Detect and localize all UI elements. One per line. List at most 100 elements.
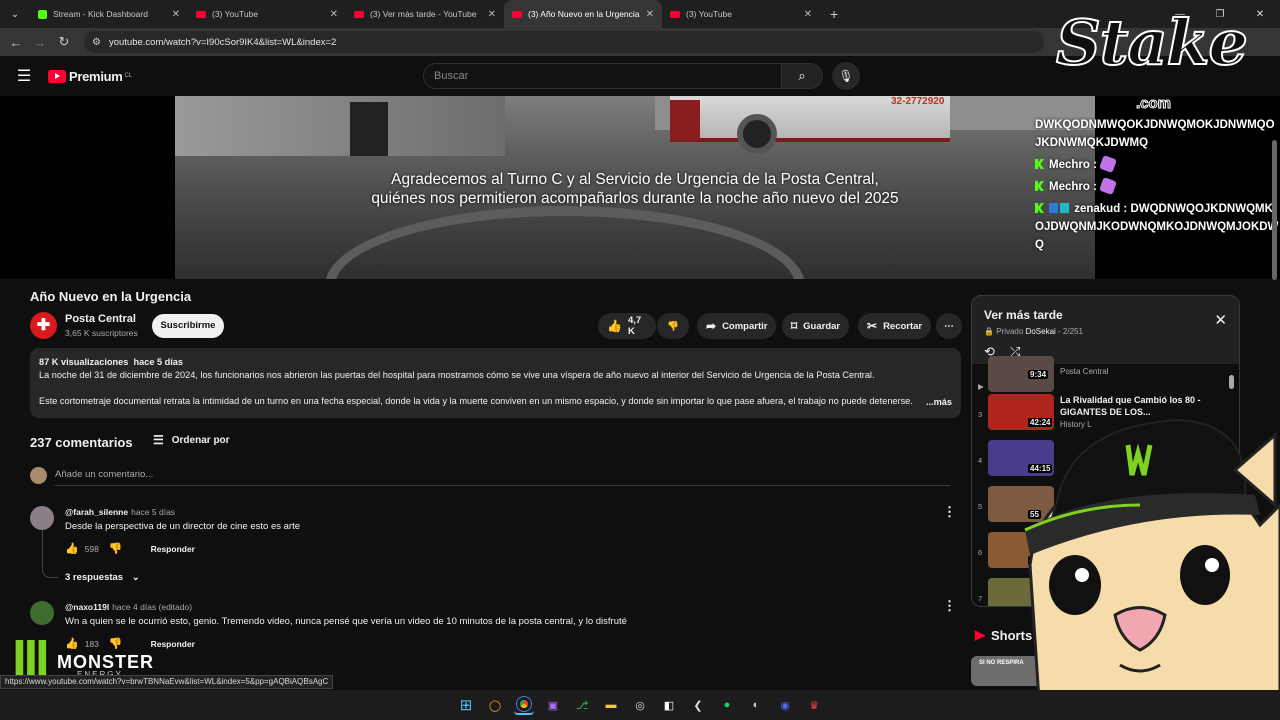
- channel-name[interactable]: Posta Central: [65, 313, 136, 325]
- steam-icon[interactable]: ◐: [746, 695, 766, 715]
- playlist-privacy: Privado: [996, 327, 1024, 336]
- comment-menu-icon[interactable]: ⋮: [943, 504, 956, 520]
- tab-close-icon[interactable]: ✕: [330, 9, 338, 20]
- tab-kick-dashboard[interactable]: Stream - Kick Dashboard ✕: [30, 0, 188, 28]
- save-button[interactable]: ⌑ Guardar: [782, 313, 850, 339]
- caption-line-2: quiénes nos permitieron acompañarlos dur…: [371, 190, 899, 207]
- scene-wall: [175, 96, 505, 156]
- chat-text: DWKQODNMWQOKJDNWQMOKJDNWMQOJKDNWMQKJDWMQ: [1035, 119, 1275, 149]
- comment-actions: 👍 598 👎 Responder: [65, 542, 195, 555]
- comment-user[interactable]: @naxo119l: [65, 602, 109, 612]
- git-icon[interactable]: ❮: [688, 695, 708, 715]
- comment-age: hace 4 días (editado): [112, 602, 193, 612]
- tab-youtube-1[interactable]: (3) YouTube ✕: [188, 0, 346, 28]
- close-icon[interactable]: ✕: [1214, 311, 1227, 329]
- youtube-favicon-icon: [670, 10, 680, 18]
- site-info-icon[interactable]: ⚙: [92, 37, 101, 48]
- commenter-avatar[interactable]: [30, 506, 54, 530]
- tab-title: (3) YouTube: [212, 9, 258, 19]
- tab-title: (3) YouTube: [686, 9, 732, 19]
- like-button[interactable]: 👍 4,7 K: [598, 313, 656, 339]
- tab-watch-later[interactable]: (3) Ver más tarde - YouTube ✕: [346, 0, 504, 28]
- youtube-logo-text: Premium: [69, 68, 123, 84]
- mic-icon: 🎙: [838, 69, 854, 83]
- description-box[interactable]: 87 K visualizaciones hace 5 días La noch…: [30, 348, 961, 418]
- search-icon: ⌕: [798, 68, 806, 83]
- thumb-up-icon: 👍: [607, 319, 622, 333]
- voice-search-button[interactable]: 🎙: [832, 62, 860, 90]
- tab-close-icon[interactable]: ✕: [488, 9, 496, 20]
- chat-text: : DWQDNWQOJKDNWQMKOJDWQNMJKODWNQMKOJDNWQ…: [1035, 203, 1279, 251]
- obs-icon[interactable]: ◎: [630, 695, 650, 715]
- playlist-scrollbar[interactable]: [1229, 375, 1234, 389]
- upload-age: hace 5 días: [133, 357, 184, 367]
- new-tab-icon[interactable]: +: [830, 6, 838, 22]
- twitch-icon[interactable]: ▣: [543, 695, 563, 715]
- show-more-link[interactable]: ...más: [921, 396, 952, 409]
- channel-avatar[interactable]: ✚: [30, 312, 57, 339]
- duration-badge: 9:34: [1028, 370, 1049, 379]
- tab-title: (3) Año Nuevo en la Urgencia -: [528, 9, 640, 19]
- menu-icon[interactable]: ☰: [0, 66, 48, 86]
- sourcetree-icon[interactable]: ⎇: [572, 695, 592, 715]
- add-comment-input[interactable]: Añade un comentario...: [55, 469, 153, 480]
- forward-icon[interactable]: →: [28, 35, 52, 50]
- stake-logo: Stake: [1055, 6, 1249, 79]
- commenter-avatar[interactable]: [30, 601, 54, 625]
- overwolf-icon[interactable]: ◯: [485, 695, 505, 715]
- playlist-title[interactable]: Ver más tarde: [984, 308, 1063, 322]
- sort-icon: ☰: [153, 433, 164, 447]
- subscribe-button[interactable]: Suscribirme: [152, 314, 224, 338]
- back-icon[interactable]: ←: [4, 35, 28, 50]
- chrome-icon[interactable]: [514, 695, 534, 715]
- sort-comments-button[interactable]: ☰ Ordenar por: [153, 433, 230, 447]
- youtube-favicon-icon: [354, 10, 364, 18]
- windows-taskbar: ⊞ ◯ ▣ ⎇ ▬ ◎ ◧ ❮ ● ◐ ◉ ♛: [0, 690, 1280, 720]
- app-icon[interactable]: ♛: [804, 695, 824, 715]
- thumb-down-icon[interactable]: 👎: [109, 542, 123, 555]
- spotify-icon[interactable]: ●: [717, 695, 737, 715]
- reply-button[interactable]: Responder: [151, 544, 195, 554]
- comment-count: 237 comentarios: [30, 435, 133, 450]
- search-button[interactable]: ⌕: [781, 63, 823, 89]
- windows-start-icon[interactable]: ⊞: [456, 695, 476, 715]
- discord-icon[interactable]: ◉: [775, 695, 795, 715]
- comment-age: hace 5 días: [131, 507, 176, 517]
- chat-text: :: [1093, 159, 1097, 171]
- tab-search-icon[interactable]: ⌄: [0, 0, 30, 28]
- scene-curb: [325, 206, 805, 279]
- search-input[interactable]: Buscar: [423, 63, 783, 89]
- comment-menu-icon[interactable]: ⋮: [943, 598, 956, 614]
- page-scrollbar[interactable]: [1272, 140, 1277, 280]
- youtube-logo[interactable]: Premium CL: [48, 69, 132, 84]
- playlist-owner[interactable]: DoSekai: [1026, 327, 1056, 336]
- ambulance-phone-text: 32-2772920: [891, 96, 945, 107]
- tab-youtube-2[interactable]: (3) YouTube ✕: [662, 0, 820, 28]
- shorts-icon: ▶: [975, 627, 985, 642]
- comment-user[interactable]: @farah_silenne: [65, 507, 128, 517]
- clip-button[interactable]: ✂ Recortar: [858, 313, 932, 339]
- tab-current-video[interactable]: (3) Año Nuevo en la Urgencia - ✕: [504, 0, 662, 28]
- playlist-item-index: 5: [978, 502, 983, 511]
- chat-user: Mechro: [1049, 159, 1090, 171]
- tab-close-icon[interactable]: ✕: [646, 9, 654, 20]
- url-field[interactable]: ⚙ youtube.com/watch?v=I90cSor9IK4&list=W…: [84, 31, 1044, 53]
- capcut-icon[interactable]: ◧: [659, 695, 679, 715]
- share-icon: ➦: [706, 319, 717, 333]
- reload-icon[interactable]: ↻: [52, 34, 76, 50]
- clip-label: Recortar: [883, 320, 923, 332]
- folder-icon[interactable]: ▬: [601, 695, 621, 715]
- stream-chat-overlay: DWKQODNMWQOKJDNWQMOKJDNWMQOJKDNWMQKJDWMQ…: [1035, 116, 1280, 258]
- dislike-button[interactable]: 👎: [657, 313, 689, 339]
- thread-connector: [42, 530, 58, 578]
- playlist-item-index: 6: [978, 548, 983, 557]
- view-replies-button[interactable]: 3 respuestas ⌄: [65, 572, 140, 583]
- comment-text: Desde la perspectiva de un director de c…: [65, 521, 300, 532]
- more-actions-button[interactable]: ⋯: [936, 313, 962, 339]
- share-button[interactable]: ➦ Compartir: [697, 313, 777, 339]
- tab-close-icon[interactable]: ✕: [804, 9, 812, 20]
- chat-message: zenakud : DWQDNWQOJKDNWQMKOJDWQNMJKODWNQ…: [1035, 200, 1280, 254]
- video-title: Año Nuevo en la Urgencia: [30, 289, 192, 304]
- thumb-up-icon[interactable]: 👍: [65, 542, 79, 555]
- tab-close-icon[interactable]: ✕: [172, 9, 180, 20]
